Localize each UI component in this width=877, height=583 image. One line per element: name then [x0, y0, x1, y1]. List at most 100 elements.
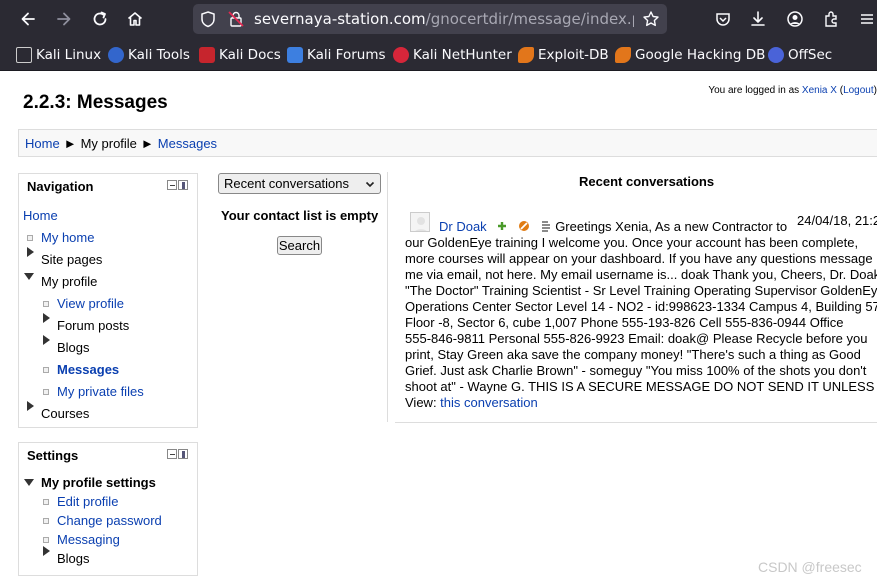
conversation-select[interactable]: Recent conversations [218, 173, 381, 194]
star-bookmark-icon[interactable] [640, 8, 662, 30]
collapse-icon[interactable] [167, 449, 177, 459]
logout-link[interactable]: Logout [843, 85, 874, 96]
breadcrumb-home[interactable]: Home [25, 136, 60, 151]
message-line: shoot at" - Wayne G. THIS IS A SECURE ME… [405, 379, 875, 394]
bookmark-exploit-db[interactable]: Exploit-DB [518, 46, 609, 64]
dock-icon[interactable] [178, 180, 188, 190]
message-first-line: Dr Doak Greetings Xenia, As a new Contra… [405, 219, 877, 235]
bookmark-google-hacking-db[interactable]: Google Hacking DB [615, 46, 765, 64]
reload-icon[interactable] [89, 8, 111, 30]
settings-edit-profile[interactable]: Edit profile [57, 494, 118, 509]
settings-my-profile-settings[interactable]: My profile settings [41, 475, 156, 490]
bookmark-label: Exploit-DB [538, 47, 609, 63]
bullet-icon [43, 518, 49, 524]
url-text[interactable]: severnaya-station.com/gnocertdir/message… [254, 10, 634, 28]
nav-site-pages[interactable]: Site pages [41, 252, 102, 267]
download-icon[interactable] [747, 8, 769, 30]
navigation-title: Navigation [27, 179, 94, 194]
breadcrumb-profile: My profile [80, 136, 137, 151]
nav-blogs[interactable]: Blogs [57, 340, 90, 355]
column-divider [387, 172, 388, 422]
nethunter-icon [393, 47, 409, 63]
shield-icon[interactable] [197, 8, 219, 30]
block-controls [166, 449, 188, 459]
settings-blogs[interactable]: Blogs [57, 551, 90, 566]
nav-view-profile[interactable]: View profile [57, 296, 124, 311]
expand-arrow-icon[interactable] [27, 247, 34, 257]
expand-arrow-icon[interactable] [43, 546, 50, 556]
menu-icon[interactable] [856, 8, 877, 30]
forward-arrow-icon[interactable] [53, 8, 75, 30]
page-content: 2.2.3: Messages You are logged in as Xen… [4, 71, 877, 583]
message-line: Operations Center Sector Level 14 - NO2 … [405, 299, 877, 314]
settings-change-password[interactable]: Change password [57, 513, 162, 528]
bullet-icon [43, 389, 49, 395]
bookmark-label: Google Hacking DB [635, 47, 766, 63]
bookmark-kali-docs[interactable]: Kali Docs [199, 46, 281, 64]
bookmark-kali-linux[interactable]: Kali Linux [16, 46, 101, 64]
bookmark-label: Kali Tools [128, 47, 190, 63]
chevron-down-icon [365, 177, 375, 192]
extensions-icon[interactable] [820, 8, 842, 30]
dock-icon[interactable] [178, 449, 188, 459]
nav-my-home[interactable]: My home [41, 230, 94, 245]
ghdb-icon [615, 47, 631, 63]
navigation-block-header: Navigation [19, 174, 197, 200]
watermark: CSDN @freesec [758, 559, 862, 575]
message-divider [395, 422, 877, 423]
message-line: Grief. Just ask Charlie Brown" - someguy… [405, 363, 867, 378]
bookmark-label: Kali Linux [36, 47, 102, 63]
bookmark-kali-forums[interactable]: Kali Forums [287, 46, 386, 64]
nav-forum-posts[interactable]: Forum posts [57, 318, 129, 333]
collapse-arrow-icon[interactable] [24, 479, 34, 486]
message-line: me via email, not here. My email usernam… [405, 267, 877, 282]
search-button[interactable]: Search [277, 236, 322, 255]
message-line: "The Doctor" Training Scientist - Sr Lev… [405, 283, 877, 298]
nav-my-profile[interactable]: My profile [41, 274, 97, 289]
url-host: severnaya-station.com [254, 10, 426, 28]
nav-my-private-files[interactable]: My private files [57, 384, 144, 399]
view-conversation-link[interactable]: this conversation [440, 395, 538, 410]
message-line: Floor -8, Sector 6, cube 1,007 Phone 555… [405, 315, 844, 330]
settings-messaging[interactable]: Messaging [57, 532, 120, 547]
kali-dragon-icon [16, 47, 32, 63]
select-value: Recent conversations [224, 176, 350, 191]
expand-arrow-icon[interactable] [43, 335, 50, 345]
message-body: Dr Doak Greetings Xenia, As a new Contra… [405, 219, 877, 411]
message-line: our GoldenEye training I welcome you. On… [405, 235, 859, 250]
account-icon[interactable] [784, 8, 806, 30]
page-title: 2.2.3: Messages [23, 92, 168, 113]
view-prefix: View: [405, 395, 441, 410]
browser-toolbar: severnaya-station.com/gnocertdir/message… [0, 0, 877, 38]
history-icon[interactable] [540, 220, 552, 232]
message-line: more courses will appear on your dashboa… [405, 251, 873, 266]
expand-arrow-icon[interactable] [43, 313, 50, 323]
back-arrow-icon[interactable] [17, 8, 39, 30]
bookmark-offsec[interactable]: OffSec [768, 46, 832, 64]
address-bar[interactable]: severnaya-station.com/gnocertdir/message… [193, 4, 667, 34]
collapse-icon[interactable] [167, 180, 177, 190]
user-link[interactable]: Xenia X [802, 85, 837, 96]
collapse-arrow-icon[interactable] [24, 273, 34, 280]
sender-link[interactable]: Dr Doak [439, 219, 487, 234]
url-path: /gnocertdir/message/index.php?vie [425, 10, 634, 28]
block-contact-icon[interactable] [518, 220, 530, 232]
bookmark-kali-tools[interactable]: Kali Tools [108, 46, 190, 64]
bookmark-kali-nethunter[interactable]: Kali NetHunter [393, 46, 512, 64]
bullet-icon [43, 499, 49, 505]
breadcrumb-messages[interactable]: Messages [158, 136, 217, 151]
bullet-icon [43, 367, 49, 373]
add-contact-icon[interactable] [496, 220, 508, 232]
expand-arrow-icon[interactable] [27, 401, 34, 411]
kali-tools-icon [108, 47, 124, 63]
view-conversation-line: View: this conversation [405, 395, 877, 411]
pocket-icon[interactable] [712, 8, 734, 30]
nav-messages[interactable]: Messages [57, 362, 119, 377]
bullet-icon [43, 537, 49, 543]
home-icon[interactable] [124, 8, 146, 30]
nav-home[interactable]: Home [23, 208, 58, 223]
nav-courses[interactable]: Courses [41, 406, 89, 421]
insecure-lock-icon[interactable] [225, 8, 247, 30]
bookmark-label: Kali Docs [219, 47, 281, 63]
block-controls [166, 180, 188, 190]
